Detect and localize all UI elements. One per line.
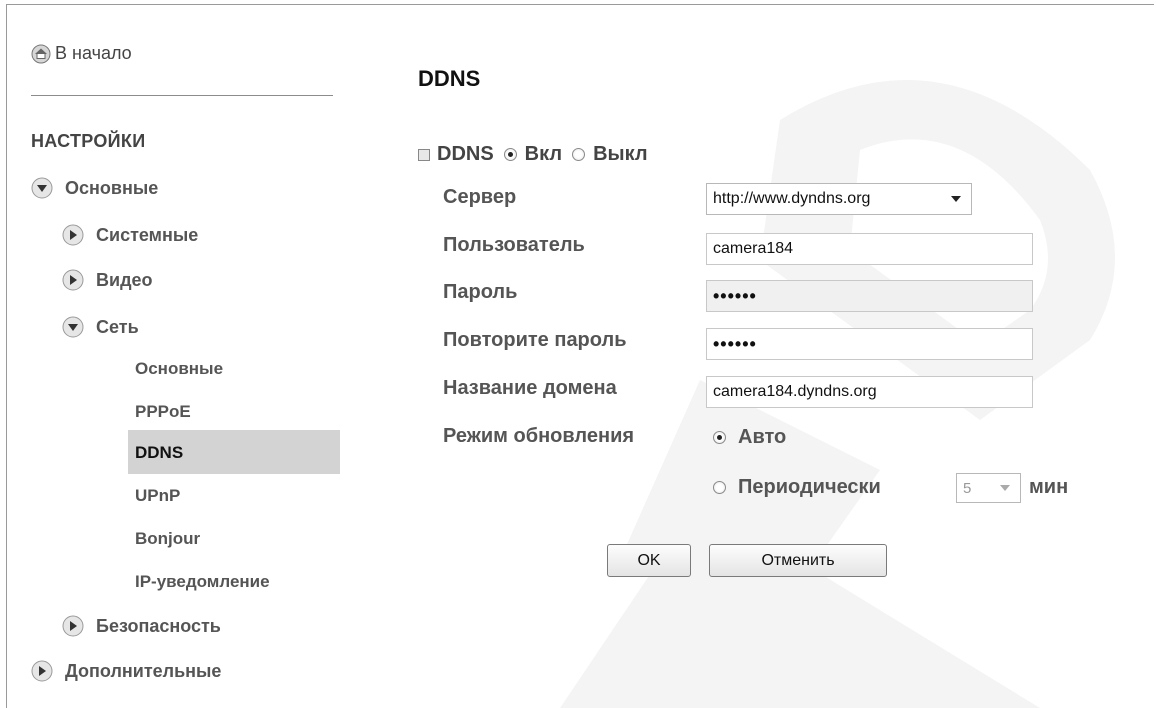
user-label: Пользователь	[443, 234, 585, 256]
interval-unit: мин	[1029, 476, 1069, 498]
sidebar-item-network[interactable]: Сеть	[62, 316, 139, 338]
domain-field[interactable]: camera184.dyndns.org	[706, 376, 1033, 408]
sidebar-subitem-network-basic[interactable]: Основные	[135, 359, 223, 379]
mode-periodic-label: Периодически	[738, 476, 881, 498]
sidebar-subitem-pppoe[interactable]: PPPoE	[135, 402, 191, 422]
mode-auto-radio[interactable]	[713, 431, 726, 444]
ddns-on-label: Вкл	[524, 143, 563, 165]
arrow-right-icon	[62, 269, 84, 291]
repeat-password-label: Повторите пароль	[443, 329, 627, 351]
arrow-right-icon	[62, 615, 84, 637]
sidebar-item-label: Безопасность	[96, 615, 221, 636]
mode-auto-label: Авто	[738, 426, 787, 448]
interval-value: 5	[963, 479, 972, 497]
sidebar-subitem-upnp[interactable]: UPnP	[135, 486, 180, 506]
ok-button[interactable]: OK	[607, 544, 691, 577]
sidebar-divider	[31, 95, 333, 96]
mode-periodic-option[interactable]: Периодически	[713, 476, 881, 499]
mode-auto-option[interactable]: Авто	[713, 426, 786, 449]
settings-heading: НАСТРОЙКИ	[31, 131, 146, 151]
sidebar-item-label: Основные	[65, 177, 159, 198]
section-bullet-icon	[418, 148, 430, 161]
sidebar-item-video[interactable]: Видео	[62, 269, 153, 291]
ddns-toggle-row: DDNS Вкл Выкл	[418, 143, 648, 166]
interval-select[interactable]: 5	[956, 473, 1021, 503]
home-icon	[31, 44, 51, 63]
server-select-value: http://www.dyndns.org	[713, 190, 871, 207]
sidebar-item-label: Системные	[96, 224, 199, 245]
domain-label: Название домена	[443, 377, 617, 399]
sidebar-item-basic[interactable]: Основные	[31, 177, 158, 199]
arrow-down-icon	[62, 316, 84, 338]
cancel-button[interactable]: Отменить	[709, 544, 887, 577]
arrow-down-icon	[31, 177, 53, 199]
ddns-off-radio[interactable]	[572, 148, 586, 161]
arrow-right-icon	[62, 224, 84, 246]
mode-periodic-radio[interactable]	[713, 481, 726, 494]
user-field[interactable]: camera184	[706, 233, 1033, 265]
sidebar-item-label: Видео	[96, 269, 153, 290]
server-label: Сервер	[443, 186, 517, 208]
sidebar-item-system[interactable]: Системные	[62, 224, 198, 246]
page-title: DDNS	[418, 66, 481, 91]
sidebar-item-security[interactable]: Безопасность	[62, 615, 221, 637]
ddns-label: DDNS	[437, 143, 494, 165]
update-mode-label: Режим обновления	[443, 425, 635, 447]
chevron-down-icon	[1000, 485, 1010, 491]
home-link[interactable]: В начало	[31, 43, 132, 64]
ddns-off-label: Выкл	[593, 143, 648, 165]
password-label: Пароль	[443, 281, 518, 303]
home-label: В начало	[55, 43, 132, 63]
password-field[interactable]: ••••••	[706, 280, 1033, 312]
ddns-on-radio[interactable]	[503, 148, 517, 161]
chevron-down-icon	[951, 196, 961, 202]
repeat-password-field[interactable]: ••••••	[706, 328, 1033, 360]
sidebar-item-advanced[interactable]: Дополнительные	[31, 660, 221, 682]
arrow-right-icon	[31, 660, 53, 682]
sidebar-subitem-bonjour[interactable]: Bonjour	[135, 529, 200, 549]
server-select[interactable]: http://www.dyndns.org	[706, 183, 972, 215]
sidebar: В начало НАСТРОЙКИ Основные Системные Ви…	[7, 5, 340, 705]
sidebar-subitem-ddns[interactable]: DDNS	[135, 443, 183, 463]
sidebar-item-label: Дополнительные	[65, 660, 222, 681]
sidebar-subitem-ip-notification[interactable]: IP-уведомление	[135, 572, 270, 592]
sidebar-item-label: Сеть	[96, 316, 139, 337]
